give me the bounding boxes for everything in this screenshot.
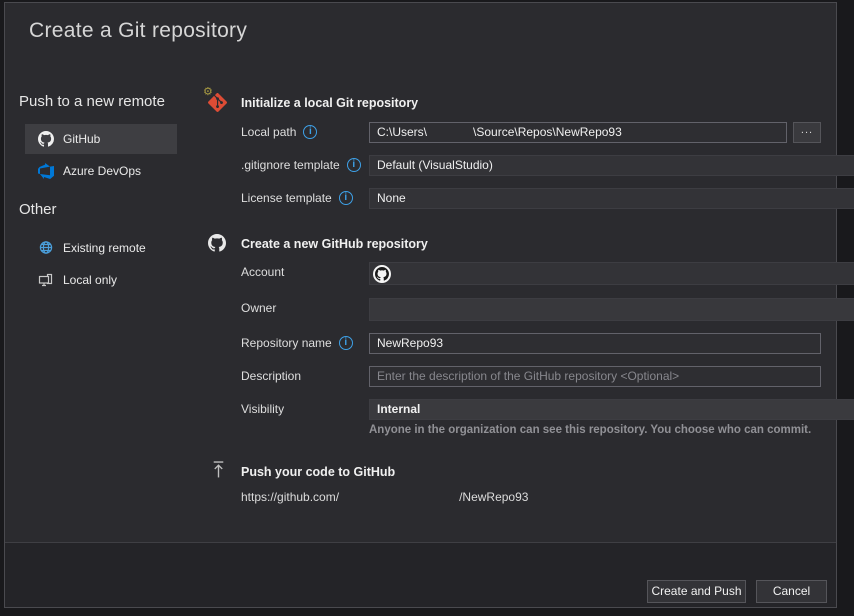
repository-url-suffix: /NewRepo93 [459,490,528,504]
sidebar-item-azure-devops[interactable]: Azure DevOps [25,156,177,186]
create-and-push-button[interactable]: Create and Push [647,580,746,603]
sidebar-item-existing-remote[interactable]: Existing remote [25,233,177,263]
push-section-header: Push your code to GitHub [241,465,395,479]
account-avatar [373,265,391,283]
info-icon[interactable]: i [339,336,353,350]
visibility-row: Visibility Internal [241,399,821,421]
local-path-suffix: \Source\Repos\NewRepo93 [473,125,622,139]
license-row: License template i None [241,188,821,210]
globe-icon [38,240,54,256]
gitignore-row: .gitignore template i Default (VisualStu… [241,155,821,177]
account-row: Account [241,262,821,285]
owner-dropdown[interactable] [369,298,854,321]
browse-button[interactable]: ... [793,122,821,143]
owner-row: Owner [241,298,821,321]
gitignore-label: .gitignore template i [241,158,361,172]
sidebar-item-github[interactable]: GitHub [25,124,177,154]
owner-label: Owner [241,301,276,315]
sidebar-item-label: Azure DevOps [63,164,141,178]
gitignore-dropdown[interactable]: Default (VisualStudio) [369,155,854,176]
description-label: Description [241,369,301,383]
account-label: Account [241,265,284,279]
repository-url: https://github.com/ /NewRepo93 [241,490,528,504]
repository-name-value: NewRepo93 [377,336,443,350]
dialog-title: Create a Git repository [29,19,247,43]
sidebar-item-local-only[interactable]: Local only [25,265,177,295]
git-repository-icon: ⚙ [208,93,228,113]
sidebar-item-label: Existing remote [63,241,146,255]
create-git-repository-dialog: Create a Git repository Push to a new re… [4,2,837,608]
sidebar-item-label: GitHub [63,132,100,146]
github-icon [38,131,54,147]
license-value: None [377,191,406,205]
github-section-header: Create a new GitHub repository [241,237,428,251]
repository-name-row: Repository name i NewRepo93 [241,333,821,355]
local-path-row: Local path i C:\Users\ \Source\Repos\NewR… [241,122,821,144]
license-label: License template i [241,191,353,205]
visibility-helper-text: Anyone in the organization can see this … [369,424,821,436]
gitignore-value: Default (VisualStudio) [377,158,493,172]
local-path-input[interactable]: C:\Users\ \Source\Repos\NewRepo93 [369,122,787,143]
description-input[interactable]: Enter the description of the GitHub repo… [369,366,821,387]
local-path-label: Local path i [241,125,317,139]
description-row: Description Enter the description of the… [241,366,821,388]
sidebar-other-header: Other [19,201,57,218]
info-icon[interactable]: i [339,191,353,205]
push-upload-icon [210,460,230,480]
sidebar-item-label: Local only [63,273,117,287]
github-icon [208,234,228,254]
account-dropdown[interactable] [369,262,854,285]
license-dropdown[interactable]: None [369,188,854,209]
computer-icon [38,272,54,288]
visibility-value: Internal [377,402,420,416]
sidebar-push-header: Push to a new remote [19,93,165,110]
description-placeholder: Enter the description of the GitHub repo… [377,369,679,383]
init-section-header: Initialize a local Git repository [241,96,418,110]
cancel-button[interactable]: Cancel [756,580,827,603]
dialog-footer: Create and Push Cancel [5,542,836,607]
visibility-dropdown[interactable]: Internal [369,399,854,420]
azure-devops-icon [38,163,54,179]
repository-url-prefix: https://github.com/ [241,490,339,504]
info-icon[interactable]: i [303,125,317,139]
info-icon[interactable]: i [347,158,361,172]
repository-name-label: Repository name i [241,336,353,350]
gear-icon: ⚙ [203,87,213,98]
local-path-prefix: C:\Users\ [377,125,427,139]
visibility-label: Visibility [241,402,284,416]
repository-name-input[interactable]: NewRepo93 [369,333,821,354]
